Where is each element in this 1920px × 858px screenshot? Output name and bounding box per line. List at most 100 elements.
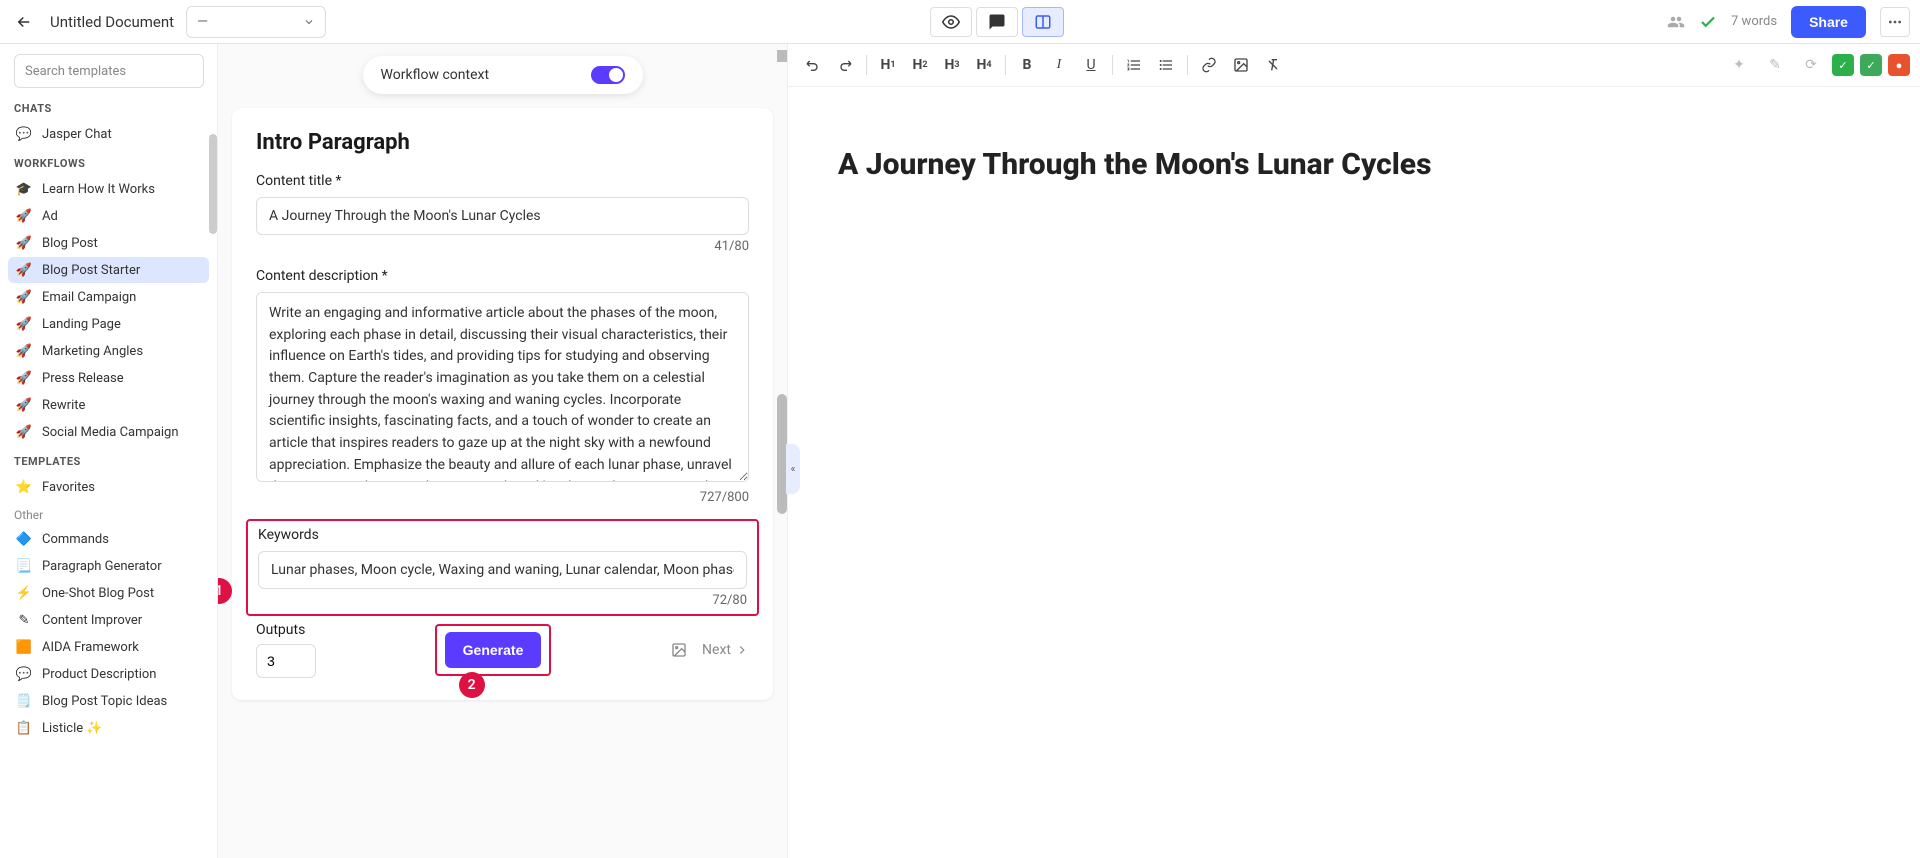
chat-icon (988, 13, 1006, 31)
sidebar-item-commands[interactable]: 🔷 Commands (8, 526, 209, 552)
clear-format-button[interactable] (1258, 50, 1288, 80)
underline-button[interactable]: U (1076, 50, 1106, 80)
link-button[interactable] (1194, 50, 1224, 80)
collaborators-icon[interactable] (1667, 13, 1685, 31)
seo-badge[interactable]: ✓ (1832, 54, 1854, 76)
keywords-label: Keywords (258, 527, 747, 543)
content-title-input[interactable] (256, 197, 749, 235)
tone-value: — (197, 14, 208, 30)
undo-button[interactable] (798, 50, 828, 80)
sidebar-item-listicle[interactable]: 📋Listicle ✨ (8, 715, 209, 741)
outputs-input[interactable] (256, 644, 316, 678)
chat-bubble-icon: 💬 (16, 126, 32, 142)
topics-icon: 🗒️ (16, 693, 32, 709)
redo-button[interactable] (830, 50, 860, 80)
sidebar-item-blog-post[interactable]: 🚀Blog Post (8, 230, 209, 256)
ai-retry-button[interactable]: ⟳ (1796, 50, 1826, 80)
sidebar-item-learn[interactable]: 🎓Learn How It Works (8, 176, 209, 202)
share-button[interactable]: Share (1791, 6, 1866, 38)
desc-counter: 727/800 (256, 490, 749, 505)
sidebar-item-email-campaign[interactable]: 🚀Email Campaign (8, 284, 209, 310)
sidebar-item-label: Paragraph Generator (42, 559, 162, 574)
sidebar-item-aida[interactable]: 🟧AIDA Framework (8, 634, 209, 660)
ai-wand-button[interactable]: ✎ (1760, 50, 1790, 80)
h3-button[interactable]: H3 (937, 50, 967, 80)
sidebar-item-jasper-chat[interactable]: 💬 Jasper Chat (8, 121, 209, 147)
preview-button[interactable] (930, 7, 972, 37)
workflow-context-label: Workflow context (381, 67, 490, 83)
workflow-context-toggle[interactable] (591, 66, 625, 84)
sidebar-item-ad[interactable]: 🚀 Ad (8, 203, 209, 229)
sidebar-item-landing-page[interactable]: 🚀Landing Page (8, 311, 209, 337)
sidebar-item-blog-post-starter[interactable]: 🚀Blog Post Starter (8, 257, 209, 283)
back-button[interactable] (10, 8, 38, 36)
image-icon[interactable] (670, 641, 688, 659)
chat-mode-button[interactable] (976, 7, 1018, 37)
rocket-icon: 🚀 (16, 397, 32, 413)
sidebar-item-content-improver[interactable]: ✎ Content Improver (8, 607, 209, 633)
wand-icon: ✎ (16, 612, 32, 628)
sidebar-item-favorites[interactable]: ⭐Favorites (8, 474, 209, 500)
sidebar-item-label: Product Description (42, 667, 157, 682)
keywords-highlight: Keywords 72/80 (246, 519, 759, 616)
sidebar-item-label: Jasper Chat (42, 127, 112, 142)
intro-paragraph-card: Intro Paragraph Content title * 41/80 Co… (232, 108, 773, 700)
collapse-panel-tab[interactable]: « (786, 444, 800, 494)
outputs-label: Outputs (256, 622, 316, 638)
other-header: Other (14, 508, 209, 522)
sidebar-item-label: Blog Post (42, 236, 98, 251)
generate-button[interactable]: Generate (445, 632, 542, 668)
commands-icon: 🔷 (16, 531, 32, 547)
ul-icon (1158, 57, 1174, 73)
sidebar-item-social-media[interactable]: 🚀Social Media Campaign (8, 419, 209, 445)
plagiarism-badge[interactable]: ● (1888, 54, 1910, 76)
split-view-button[interactable] (1022, 7, 1064, 37)
product-icon: 💬 (16, 666, 32, 682)
sidebar-scrollbar[interactable] (209, 134, 217, 234)
more-menu-button[interactable] (1880, 7, 1910, 37)
content-title-label: Content title * (256, 173, 749, 189)
sidebar-item-oneshot[interactable]: ⚡One-Shot Blog Post (8, 580, 209, 606)
tone-select[interactable]: — (186, 6, 326, 38)
next-button[interactable]: Next (702, 642, 749, 658)
sidebar-item-marketing-angles[interactable]: 🚀Marketing Angles (8, 338, 209, 364)
card-title: Intro Paragraph (256, 130, 749, 155)
saved-check-icon (1699, 13, 1717, 31)
sidebar-item-label: Press Release (42, 371, 124, 386)
bold-button[interactable]: B (1012, 50, 1042, 80)
document-heading[interactable]: A Journey Through the Moon's Lunar Cycle… (838, 147, 1870, 182)
h4-button[interactable]: H4 (969, 50, 999, 80)
link-icon (1201, 57, 1217, 73)
h1-button[interactable]: H1 (873, 50, 903, 80)
ordered-list-button[interactable] (1119, 50, 1149, 80)
italic-button[interactable]: I (1044, 50, 1074, 80)
rocket-icon: 🚀 (16, 343, 32, 359)
h2-button[interactable]: H2 (905, 50, 935, 80)
sidebar-item-product-desc[interactable]: 💬 Product Description (8, 661, 209, 687)
image-button[interactable] (1226, 50, 1256, 80)
templates-header: TEMPLATES (14, 455, 209, 468)
workflow-context-pill: Workflow context (363, 56, 643, 94)
sidebar-item-label: Commands (42, 532, 109, 547)
document-title[interactable]: Untitled Document (50, 13, 174, 31)
sidebar-item-label: One-Shot Blog Post (42, 586, 154, 601)
annotation-2: 2 (459, 672, 485, 698)
sidebar-item-label: Ad (42, 209, 58, 224)
grammar-badge[interactable]: ✓ (1860, 54, 1882, 76)
sidebar-item-blog-topics[interactable]: 🗒️Blog Post Topic Ideas (8, 688, 209, 714)
search-input[interactable]: Search templates (14, 54, 204, 88)
keywords-input[interactable] (258, 551, 747, 589)
sidebar-item-label: Content Improver (42, 613, 142, 628)
ai-sparkle-button[interactable]: ✦ (1724, 50, 1754, 80)
rocket-icon: 🚀 (16, 208, 32, 224)
chats-header: CHATS (14, 102, 209, 115)
scrollbar-up[interactable] (777, 50, 787, 62)
content-desc-input[interactable] (256, 292, 749, 482)
unordered-list-button[interactable] (1151, 50, 1181, 80)
chevron-right-icon (735, 643, 749, 657)
sidebar: Search templates CHATS 💬 Jasper Chat WOR… (0, 44, 218, 858)
sidebar-item-rewrite[interactable]: 🚀Rewrite (8, 392, 209, 418)
sidebar-item-press-release[interactable]: 🚀Press Release (8, 365, 209, 391)
sidebar-item-paragraph-gen[interactable]: 📃Paragraph Generator (8, 553, 209, 579)
document-area[interactable]: A Journey Through the Moon's Lunar Cycle… (788, 87, 1920, 242)
